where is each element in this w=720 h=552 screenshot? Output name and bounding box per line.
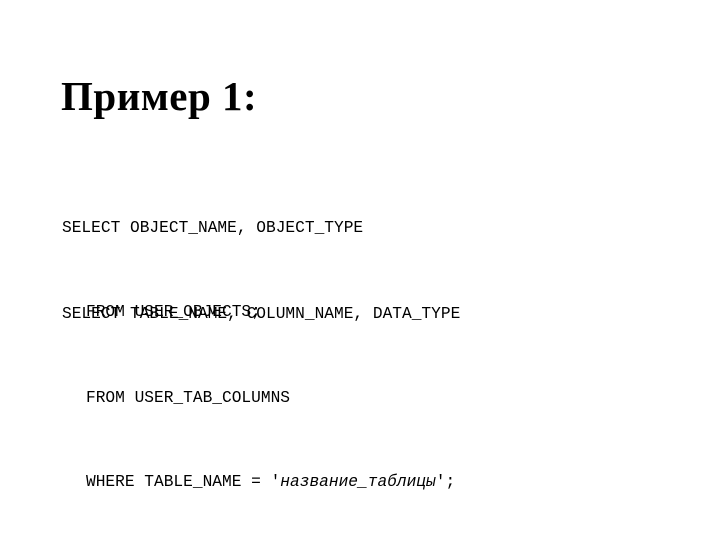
code-line-where: WHERE TABLE_NAME = 'название_таблицы';: [62, 468, 460, 496]
slide: Пример 1: SELECT OBJECT_NAME, OBJECT_TYP…: [0, 0, 720, 540]
where-suffix: ';: [435, 473, 456, 491]
table-name-placeholder: название_таблицы: [280, 473, 436, 491]
slide-title: Пример 1:: [61, 73, 258, 119]
where-prefix: WHERE TABLE_NAME = ': [86, 473, 281, 491]
code-line: SELECT OBJECT_NAME, OBJECT_TYPE: [62, 219, 364, 237]
code-line: SELECT TABLE_NAME, COLUMN_NAME, DATA_TYP…: [62, 305, 461, 323]
code-line: FROM USER_TAB_COLUMNS: [86, 389, 290, 407]
sql-query-2: SELECT TABLE_NAME, COLUMN_NAME, DATA_TYP…: [62, 244, 460, 552]
